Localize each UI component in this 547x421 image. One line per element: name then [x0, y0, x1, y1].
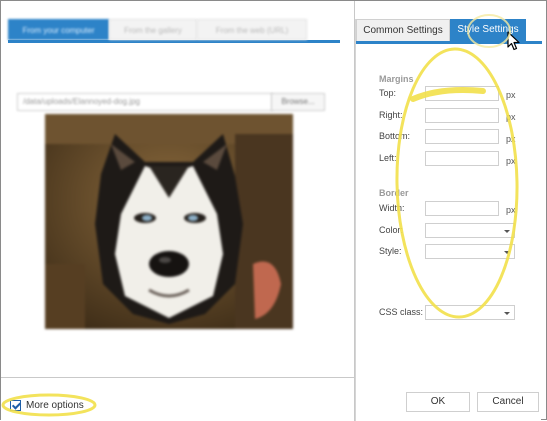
source-tab-bar: From your computer From the gallery From… [8, 19, 340, 43]
border-width-unit: px [506, 205, 516, 215]
dropdown-arrow-icon [504, 230, 510, 233]
margin-right-input[interactable] [425, 108, 499, 123]
margins-heading: Margins [379, 74, 414, 84]
border-style-label: Style: [379, 246, 402, 256]
margin-bottom-label: Bottom: [379, 131, 411, 141]
browse-button[interactable]: Browse... [271, 93, 325, 111]
margin-right-unit: px [506, 112, 516, 122]
border-style-select[interactable] [425, 244, 515, 259]
margin-bottom-unit: px [506, 134, 516, 144]
more-options-label: More options [26, 399, 84, 411]
margin-left-label: Left: [379, 153, 397, 163]
border-color-label: Color: [379, 225, 404, 235]
ok-button[interactable]: OK [406, 392, 470, 412]
settings-panel: Common Settings Style Settings Margins T… [355, 19, 542, 421]
file-path-field[interactable]: /data/uploads/Elannoyed-dog.jpg [17, 93, 273, 111]
border-width-label: Width: [379, 203, 405, 213]
border-width-input[interactable] [425, 201, 499, 216]
more-options-toggle[interactable]: More options [10, 397, 84, 413]
image-source-panel: From your computer From the gallery From… [1, 1, 355, 421]
cancel-button[interactable]: Cancel [477, 392, 539, 412]
tab-from-web[interactable]: From the web (URL) [197, 19, 307, 40]
margin-left-unit: px [506, 156, 516, 166]
tab-from-gallery[interactable]: From the gallery [109, 19, 197, 40]
dropdown-arrow-icon [504, 312, 510, 315]
css-class-select[interactable] [425, 305, 515, 320]
tab-common-settings[interactable]: Common Settings [356, 19, 450, 41]
border-color-select[interactable] [425, 223, 515, 238]
margin-top-label: Top: [379, 88, 397, 98]
panel-divider [1, 377, 355, 378]
image-dialog: From your computer From the gallery From… [0, 0, 547, 421]
margin-top-input[interactable] [425, 86, 499, 101]
mouse-pointer-icon [507, 31, 520, 51]
more-options-checkbox[interactable] [10, 399, 21, 411]
image-preview [45, 114, 293, 329]
margin-top-unit: px [506, 90, 516, 100]
margin-bottom-input[interactable] [425, 129, 499, 144]
dropdown-arrow-icon [504, 251, 510, 254]
css-class-label: CSS class: [379, 307, 424, 317]
tab-from-computer[interactable]: From your computer [8, 19, 109, 40]
border-heading: Border [379, 188, 409, 198]
margin-left-input[interactable] [425, 151, 499, 166]
margin-right-label: Right: [379, 110, 403, 120]
